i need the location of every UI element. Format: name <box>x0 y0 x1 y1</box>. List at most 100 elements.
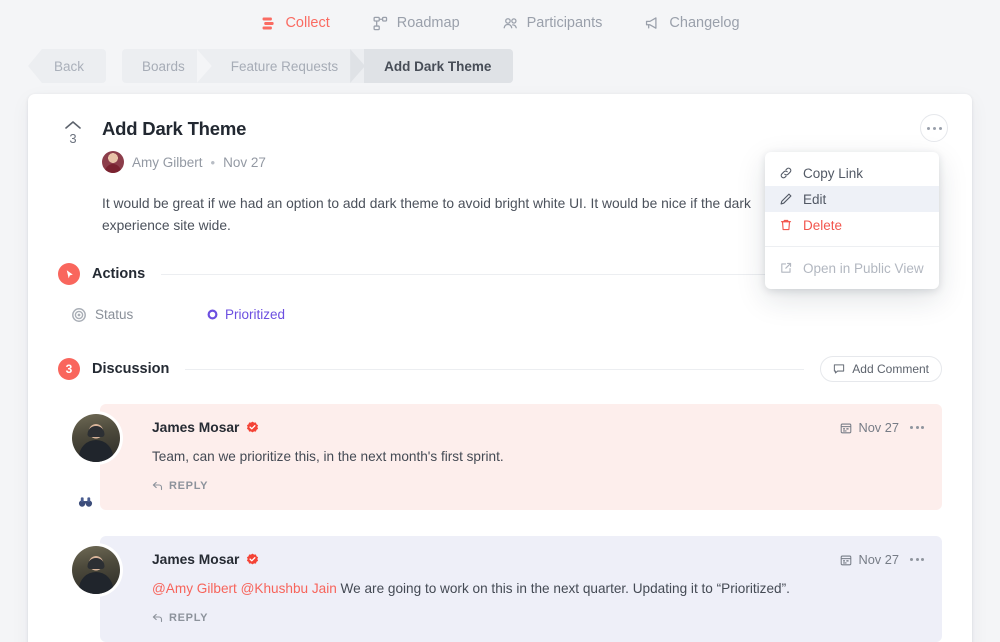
dot-icon <box>921 426 924 429</box>
breadcrumb-item-boards-label: Boards <box>142 58 185 74</box>
comment-author: James Mosar <box>152 420 240 435</box>
breadcrumb-chevron-icon <box>350 49 366 83</box>
dot-icon <box>910 426 913 429</box>
verified-badge-icon <box>247 421 259 433</box>
comment-text-body: We are going to work on this in the next… <box>336 581 790 596</box>
meta-separator: • <box>210 154 216 170</box>
mention-amy-gilbert[interactable]: @Amy Gilbert <box>152 581 237 596</box>
actions-icon <box>58 263 80 285</box>
trash-icon <box>780 219 792 231</box>
breadcrumb-item-boards[interactable]: Boards <box>122 49 212 83</box>
comment-date: Nov 27 <box>858 552 899 567</box>
ring-icon <box>207 309 218 320</box>
dot-icon <box>921 558 924 561</box>
nav-item-participants[interactable]: Participants <box>502 15 603 32</box>
divider <box>185 368 805 370</box>
dot-icon <box>915 426 919 429</box>
menu-item-copy-link-label: Copy Link <box>803 165 864 181</box>
menu-item-edit[interactable]: Edit <box>765 186 939 212</box>
comment: James Mosar <box>72 404 942 510</box>
calendar-icon <box>841 555 852 565</box>
discussion-section-header: 3 Discussion Add Comment <box>58 356 942 382</box>
comment-date-group: Nov 27 <box>840 420 899 435</box>
reply-button[interactable]: REPLY <box>152 612 208 624</box>
comment-options-button[interactable] <box>910 558 924 561</box>
nav-item-changelog-label: Changelog <box>669 15 740 31</box>
nav-item-collect-label: Collect <box>285 15 330 31</box>
comment-text-body: Team, can we prioritize this, in the nex… <box>152 449 504 464</box>
comment-body: James Mosar <box>100 404 942 510</box>
dot-icon <box>910 558 913 561</box>
link-icon <box>780 167 792 179</box>
comment-date: Nov 27 <box>858 420 899 435</box>
add-comment-button[interactable]: Add Comment <box>820 356 942 382</box>
chevron-up-icon <box>65 121 81 129</box>
comment-body: James Mosar <box>100 536 942 642</box>
menu-divider <box>765 246 939 247</box>
collect-icon <box>262 17 275 29</box>
breadcrumb-item-current[interactable]: Add Dark Theme <box>364 49 514 83</box>
dot-icon <box>915 558 919 561</box>
feature-options-button[interactable] <box>920 114 948 142</box>
breadcrumb-chevron-icon <box>196 49 212 83</box>
pencil-icon <box>780 193 792 205</box>
back-button-label: Back <box>54 58 85 74</box>
menu-item-delete[interactable]: Delete <box>765 212 939 238</box>
comment-text: @Amy Gilbert @Khushbu Jain We are going … <box>152 579 924 599</box>
avatar <box>72 414 120 462</box>
nav-item-roadmap[interactable]: Roadmap <box>372 15 460 32</box>
menu-item-open-public-view-label: Open in Public View <box>803 260 924 276</box>
breadcrumb-trail: Boards Feature Requests Add Dark Theme <box>122 49 514 83</box>
dot-icon <box>926 126 930 130</box>
avatar <box>72 546 120 594</box>
verified-badge-icon <box>247 553 259 565</box>
comment-date-group: Nov 27 <box>840 552 899 567</box>
external-link-icon <box>781 262 792 273</box>
dot-icon <box>938 126 942 130</box>
reply-arrow-icon <box>152 613 163 623</box>
menu-item-copy-link[interactable]: Copy Link <box>765 160 939 186</box>
breadcrumb-item-current-label: Add Dark Theme <box>384 58 492 74</box>
discussion-title: Discussion <box>92 361 170 377</box>
menu-item-edit-label: Edit <box>803 191 827 207</box>
participants-icon <box>503 17 517 28</box>
top-navigation: Collect Roadmap Participants Changelog <box>0 0 1000 46</box>
comment-actions: Nov 27 <box>840 420 924 435</box>
comment-header: James Mosar Nov 27 <box>152 420 924 435</box>
nav-item-participants-label: Participants <box>526 15 603 31</box>
status-badge[interactable]: Prioritized <box>207 307 285 322</box>
feature-author: Amy Gilbert <box>132 154 203 170</box>
comment-actions: Nov 27 <box>840 552 924 567</box>
reply-label: REPLY <box>169 480 209 492</box>
status-value: Prioritized <box>225 307 286 322</box>
binoculars-icon <box>78 497 93 507</box>
mention-khushbu-jain[interactable]: @Khushbu Jain <box>241 581 337 596</box>
nav-item-roadmap-label: Roadmap <box>396 15 460 31</box>
back-button[interactable]: Back <box>28 49 107 83</box>
target-icon <box>72 307 86 322</box>
status-label: Status <box>95 307 134 322</box>
feature-date: Nov 27 <box>223 154 266 170</box>
upvote-count: 3 <box>69 131 77 146</box>
nav-item-collect[interactable]: Collect <box>260 15 330 32</box>
reply-button[interactable]: REPLY <box>152 480 208 492</box>
comment-author: James Mosar <box>152 552 240 567</box>
context-menu: Copy Link Edit Delete Open in Public Vie… <box>765 152 939 289</box>
breadcrumb-item-feature-requests-label: Feature Requests <box>230 58 339 74</box>
breadcrumb-item-feature-requests[interactable]: Feature Requests <box>211 49 366 83</box>
avatar <box>102 151 124 173</box>
roadmap-icon <box>373 16 387 30</box>
cursor-icon <box>66 269 73 278</box>
reply-label: REPLY <box>169 612 209 624</box>
changelog-icon <box>646 16 657 29</box>
comment-options-button[interactable] <box>910 426 924 429</box>
calendar-icon <box>841 423 852 433</box>
menu-item-open-public-view[interactable]: Open in Public View <box>765 255 939 281</box>
nav-item-changelog[interactable]: Changelog <box>644 15 740 32</box>
discussion-count-badge: 3 <box>58 358 80 380</box>
comment-text: Team, can we prioritize this, in the nex… <box>152 447 924 467</box>
comment-icon <box>834 364 845 374</box>
reply-arrow-icon <box>152 481 163 491</box>
upvote-control[interactable]: 3 <box>58 118 88 146</box>
comment: James Mosar <box>72 536 942 642</box>
